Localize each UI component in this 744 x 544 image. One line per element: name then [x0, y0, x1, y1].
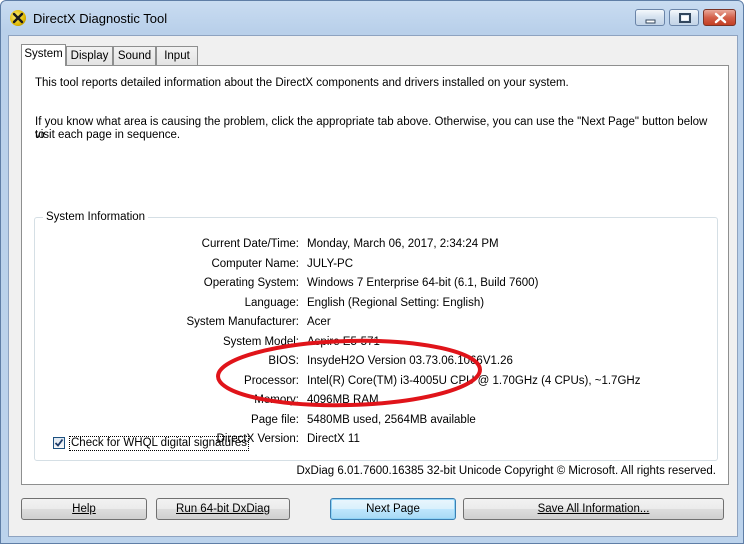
group-title: System Information [43, 211, 149, 223]
info-row-memory: Memory: 4096MB RAM [35, 394, 719, 410]
info-row-bios: BIOS: InsydeH2O Version 03.73.06.1066V1.… [35, 355, 719, 371]
info-row-language: Language: English (Regional Setting: Eng… [35, 297, 719, 313]
help-button-label: Help [72, 503, 96, 515]
dxdiag-window: DirectX Diagnostic Tool System Display S… [0, 0, 744, 544]
minimize-button[interactable] [635, 9, 665, 26]
info-row-processor: Processor: Intel(R) Core(TM) i3-4005U CP… [35, 375, 719, 391]
info-row-operating-system: Operating System: Windows 7 Enterprise 6… [35, 277, 719, 293]
run-64bit-button-label: Run 64-bit DxDiag [176, 503, 270, 515]
tab-system[interactable]: System [21, 44, 66, 66]
info-row-page-file: Page file: 5480MB used, 2564MB available [35, 414, 719, 430]
info-value: DirectX 11 [307, 433, 360, 445]
info-row-system-model: System Model: Aspire E5-571 [35, 336, 719, 352]
info-value: English (Regional Setting: English) [307, 296, 485, 309]
info-label: Language: [244, 296, 299, 309]
dialog-client-area: System Display Sound Input This tool rep… [8, 35, 738, 537]
info-value: Aspire E5-571 [307, 335, 380, 348]
info-value: 4096MB RAM [307, 394, 379, 406]
info-label: Page file: [251, 413, 299, 426]
info-value: Windows 7 Enterprise 64-bit (6.1, Build … [307, 277, 539, 289]
info-value: JULY-PC [307, 257, 354, 270]
next-page-button-label: Next Page [366, 503, 420, 515]
window-title: DirectX Diagnostic Tool [33, 11, 168, 26]
system-information-group: System Information Current Date/Time: Mo… [34, 211, 719, 461]
info-value: Acer [307, 316, 331, 328]
intro-text-line-1: This tool reports detailed information a… [35, 77, 569, 89]
save-all-information-button[interactable]: Save All Information... [463, 498, 724, 520]
info-row-computer-name: Computer Name: JULY-PC [35, 258, 719, 274]
tab-display[interactable]: Display [66, 46, 113, 65]
tab-sound[interactable]: Sound [113, 46, 156, 65]
intro-text-line-3: visit each page in sequence. [35, 129, 181, 141]
whql-checkbox-label[interactable]: Check for WHQL digital signatures [69, 436, 249, 451]
info-label: System Manufacturer: [186, 316, 299, 328]
info-value: 5480MB used, 2564MB available [307, 413, 476, 426]
title-bar[interactable]: DirectX Diagnostic Tool [1, 1, 743, 35]
info-label: BIOS: [268, 355, 299, 367]
directx-app-icon [10, 10, 26, 26]
info-label: Operating System: [203, 277, 299, 289]
info-value: Monday, March 06, 2017, 2:34:24 PM [307, 238, 499, 250]
system-tab-panel: This tool reports detailed information a… [21, 65, 729, 485]
next-page-button[interactable]: Next Page [330, 498, 456, 520]
info-label: System Model: [222, 335, 299, 348]
info-label: Memory: [254, 394, 299, 406]
maximize-button[interactable] [669, 9, 699, 26]
info-value: Intel(R) Core(TM) i3-4005U CPU @ 1.70GHz… [307, 374, 641, 387]
version-copyright-text: DxDiag 6.01.7600.16385 32-bit Unicode Co… [296, 465, 717, 477]
save-button-label: Save All Information... [537, 503, 650, 515]
tab-input[interactable]: Input [156, 46, 198, 65]
info-value: InsydeH2O Version 03.73.06.1066V1.26 [307, 355, 513, 367]
info-row-date-time: Current Date/Time: Monday, March 06, 201… [35, 238, 719, 254]
help-button[interactable]: Help [21, 498, 147, 520]
info-label: Processor: [244, 374, 299, 387]
info-label: Current Date/Time: [201, 238, 299, 250]
run-64bit-dxdiag-button[interactable]: Run 64-bit DxDiag [156, 498, 290, 520]
whql-checkbox[interactable] [53, 437, 65, 449]
close-button[interactable] [703, 9, 736, 26]
info-row-system-manufacturer: System Manufacturer: Acer [35, 316, 719, 332]
info-label: Computer Name: [211, 257, 299, 270]
